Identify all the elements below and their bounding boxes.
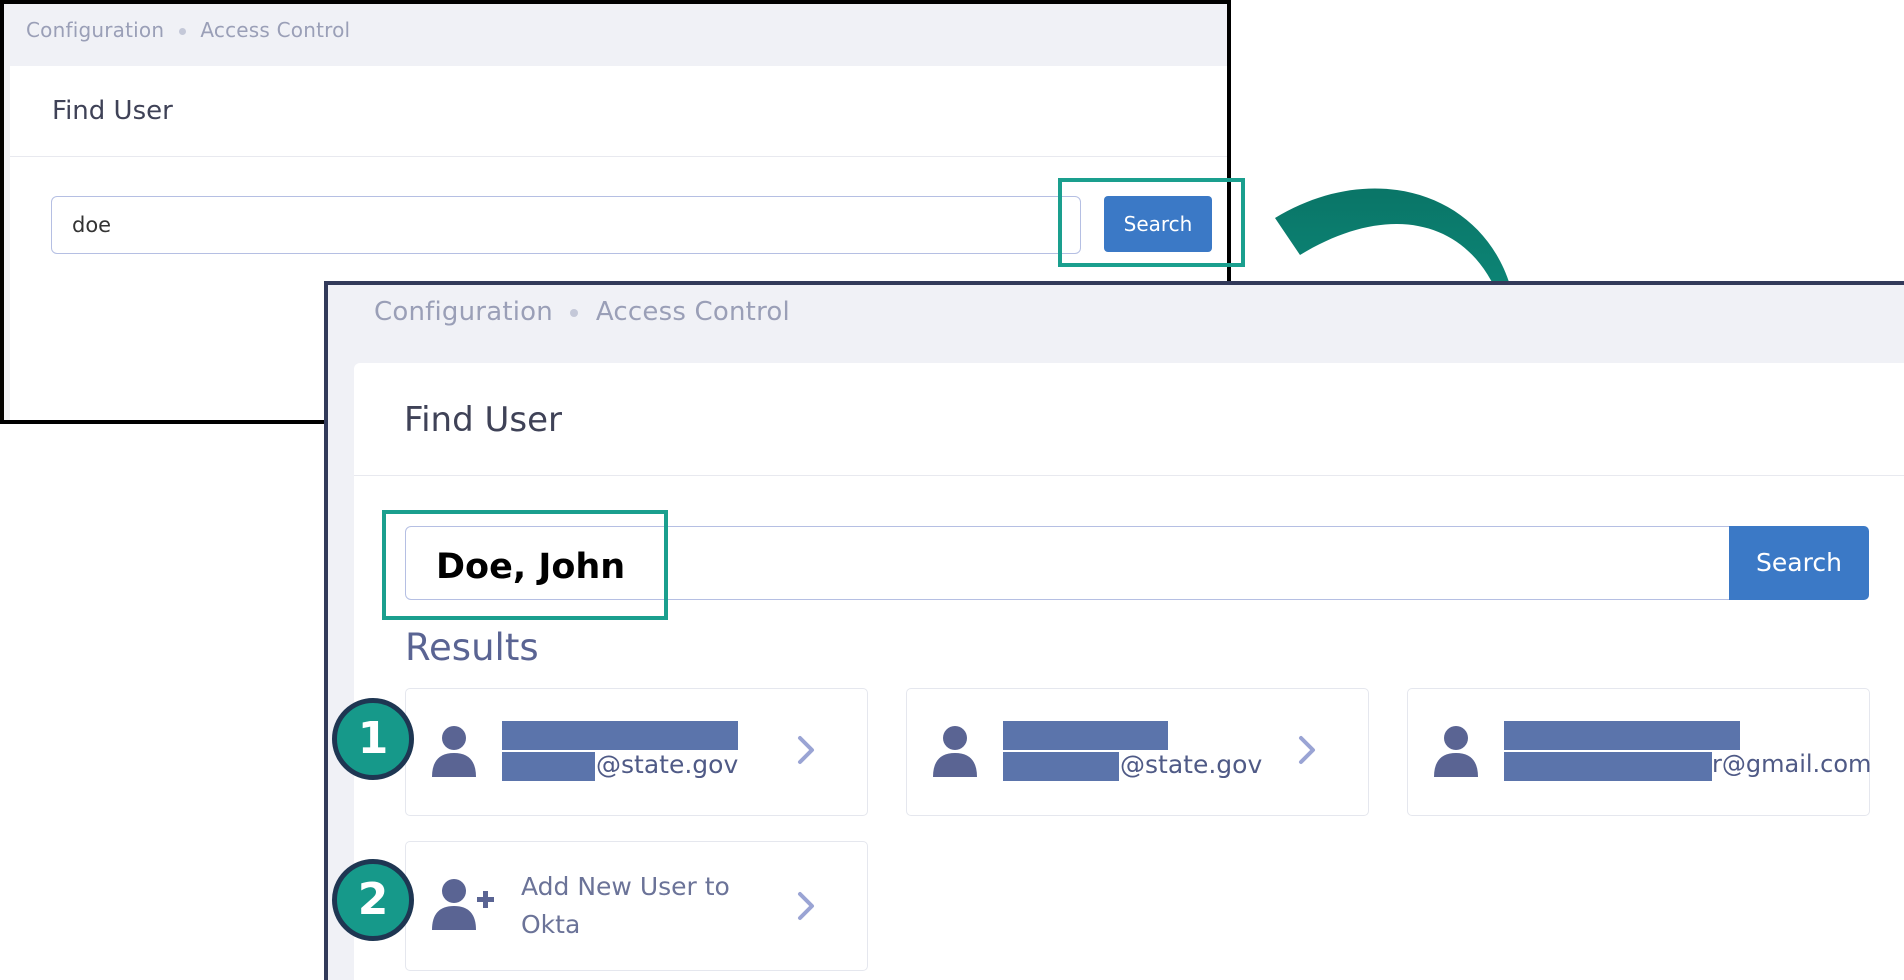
breadcrumb: Configuration Access Control bbox=[374, 297, 790, 327]
redacted-email bbox=[502, 752, 595, 781]
result-card-2[interactable]: @state.gov bbox=[906, 688, 1369, 816]
search-input-highlight bbox=[382, 510, 668, 620]
after-panel: Configuration Access Control Find User D… bbox=[324, 281, 1904, 980]
breadcrumb: Configuration Access Control bbox=[26, 18, 350, 42]
breadcrumb-access-control[interactable]: Access Control bbox=[596, 297, 790, 327]
email-domain: @state.gov bbox=[1120, 750, 1263, 779]
step-marker-2: 2 bbox=[332, 859, 414, 941]
result-card-3[interactable]: r@gmail.com bbox=[1407, 688, 1872, 816]
add-new-user-label-line1: Add New User to bbox=[521, 872, 730, 901]
find-user-card: Find User Doe, John Search Results @stat… bbox=[354, 363, 1904, 980]
chevron-right-icon bbox=[1299, 736, 1315, 764]
redacted-email bbox=[1003, 752, 1119, 781]
add-new-user-label-line2: Okta bbox=[521, 910, 581, 939]
results-heading: Results bbox=[405, 626, 539, 669]
result-card-1[interactable]: @state.gov bbox=[405, 688, 868, 816]
redacted-name bbox=[502, 721, 738, 750]
email-domain: @state.gov bbox=[596, 750, 739, 779]
breadcrumb-separator bbox=[178, 28, 186, 35]
search-input-value: doe bbox=[72, 213, 112, 237]
chevron-right-icon bbox=[798, 736, 814, 764]
add-new-user-card[interactable]: Add New User to Okta bbox=[405, 841, 868, 971]
add-new-user-label: Add New User to Okta bbox=[521, 868, 730, 944]
breadcrumb-separator bbox=[570, 308, 579, 317]
user-icon bbox=[1434, 726, 1478, 777]
user-icon bbox=[933, 726, 977, 777]
chevron-right-icon bbox=[798, 892, 814, 920]
breadcrumb-access-control[interactable]: Access Control bbox=[200, 18, 350, 42]
title-divider bbox=[354, 475, 1904, 476]
search-button[interactable]: Search bbox=[1729, 526, 1869, 600]
add-user-icon bbox=[432, 879, 494, 930]
redacted-email bbox=[1504, 752, 1712, 781]
user-icon bbox=[432, 726, 476, 777]
page-title: Find User bbox=[404, 400, 562, 440]
step-marker-1: 1 bbox=[332, 698, 414, 780]
breadcrumb-configuration[interactable]: Configuration bbox=[374, 297, 553, 327]
breadcrumb-configuration[interactable]: Configuration bbox=[26, 18, 164, 42]
search-button-highlight bbox=[1058, 178, 1245, 267]
search-input[interactable]: doe bbox=[51, 196, 1081, 254]
email-domain: r@gmail.com bbox=[1712, 750, 1872, 778]
redacted-name bbox=[1003, 721, 1168, 750]
page-title: Find User bbox=[52, 96, 173, 126]
title-divider bbox=[10, 156, 1227, 157]
redacted-name bbox=[1504, 721, 1740, 750]
